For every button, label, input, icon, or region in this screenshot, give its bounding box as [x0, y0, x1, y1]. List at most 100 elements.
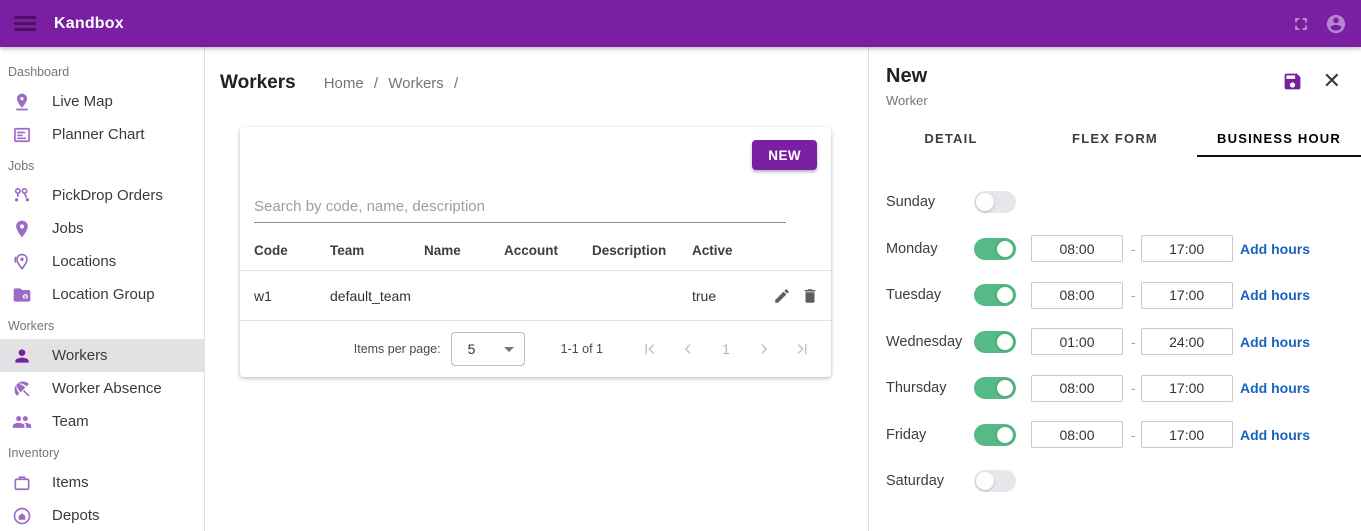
sidebar-item-team[interactable]: Team — [0, 405, 204, 438]
time-range-dash: - — [1131, 241, 1136, 257]
section-jobs: Jobs — [0, 151, 204, 179]
col-code: Code — [254, 243, 330, 258]
time-range-dash: - — [1131, 380, 1136, 396]
gantt-chart-icon — [12, 125, 32, 145]
monday-toggle[interactable] — [974, 238, 1016, 260]
first-page-icon[interactable] — [631, 330, 669, 368]
sidebar-item-planner-chart[interactable]: Planner Chart — [0, 118, 204, 151]
save-icon[interactable] — [1282, 71, 1303, 97]
day-row-wednesday: Wednesday - Add hours — [886, 319, 1361, 366]
col-account: Account — [504, 243, 592, 258]
sidebar-item-worker-absence[interactable]: Worker Absence — [0, 372, 204, 405]
day-row-sunday: Sunday — [886, 179, 1361, 226]
start-time-input[interactable] — [1031, 328, 1123, 355]
search-input[interactable] — [254, 194, 786, 223]
menu-icon[interactable] — [14, 16, 36, 31]
tuesday-toggle[interactable] — [974, 284, 1016, 306]
sidebar-item-locations[interactable]: Locations — [0, 245, 204, 278]
edit-icon[interactable] — [773, 287, 791, 305]
main-content: Workers Home / Workers / NEW Code Team N… — [205, 47, 868, 531]
account-icon[interactable] — [1325, 13, 1347, 35]
end-time-input[interactable] — [1141, 328, 1233, 355]
new-button[interactable]: NEW — [752, 140, 817, 170]
sidebar-item-label: Team — [52, 413, 89, 430]
sidebar-item-label: Jobs — [52, 220, 84, 237]
end-time-input[interactable] — [1141, 282, 1233, 309]
sidebar-item-label: Live Map — [52, 93, 113, 110]
add-hours-link[interactable]: Add hours — [1240, 427, 1310, 443]
thursday-toggle[interactable] — [974, 377, 1016, 399]
start-time-input[interactable] — [1031, 282, 1123, 309]
breadcrumb-current[interactable]: Workers — [388, 75, 444, 92]
add-hours-link[interactable]: Add hours — [1240, 241, 1310, 257]
end-time-input[interactable] — [1141, 375, 1233, 402]
col-name: Name — [424, 243, 504, 258]
delete-icon[interactable] — [801, 287, 819, 305]
cell-code: w1 — [254, 288, 330, 304]
breadcrumb: Home / Workers / — [324, 75, 464, 92]
saturday-toggle[interactable] — [974, 470, 1016, 492]
sidebar-item-workers[interactable]: Workers — [0, 339, 204, 372]
paginator: Items per page: 5 1-1 of 1 1 — [240, 321, 831, 377]
section-workers: Workers — [0, 311, 204, 339]
breadcrumb-separator: / — [374, 75, 378, 92]
day-label: Saturday — [886, 473, 974, 489]
previous-page-icon[interactable] — [669, 330, 707, 368]
person-icon — [12, 346, 32, 366]
end-time-input[interactable] — [1141, 421, 1233, 448]
cell-team: default_team — [330, 288, 424, 304]
day-label: Thursday — [886, 380, 974, 396]
page-size-select[interactable]: 5 — [451, 332, 525, 366]
chevron-down-icon — [504, 347, 514, 352]
tab-business-hour[interactable]: BUSINESS HOUR — [1197, 121, 1361, 157]
day-label: Sunday — [886, 194, 974, 210]
friday-toggle[interactable] — [974, 424, 1016, 446]
add-hours-link[interactable]: Add hours — [1240, 334, 1310, 350]
items-per-page-label: Items per page: — [354, 342, 441, 356]
home-circle-icon — [12, 506, 32, 526]
add-hours-link[interactable]: Add hours — [1240, 287, 1310, 303]
sidebar-item-label: Location Group — [52, 286, 155, 303]
start-time-input[interactable] — [1031, 375, 1123, 402]
sidebar-item-label: Workers — [52, 347, 108, 364]
page-number[interactable]: 1 — [707, 341, 745, 357]
last-page-icon[interactable] — [783, 330, 821, 368]
next-page-icon[interactable] — [745, 330, 783, 368]
sidebar-item-pickdrop-orders[interactable]: PickDrop Orders — [0, 179, 204, 212]
day-label: Monday — [886, 241, 974, 257]
section-dashboard: Dashboard — [0, 57, 204, 85]
sidebar-item-depots[interactable]: Depots — [0, 499, 204, 531]
col-description: Description — [592, 243, 692, 258]
section-inventory: Inventory — [0, 438, 204, 466]
sidebar-item-live-map[interactable]: Live Map — [0, 85, 204, 118]
start-time-input[interactable] — [1031, 421, 1123, 448]
sidebar-item-location-group[interactable]: Location Group — [0, 278, 204, 311]
app-header: Kandbox — [0, 0, 1361, 47]
app-title: Kandbox — [54, 15, 124, 33]
business-hours-list: Sunday Monday - Add hours Tuesday - Add … — [869, 179, 1361, 505]
page-range-label: 1-1 of 1 — [561, 342, 603, 356]
day-label: Wednesday — [886, 334, 974, 350]
tab-flex-form[interactable]: FLEX FORM — [1033, 121, 1197, 157]
sidebar-item-label: Items — [52, 474, 89, 491]
tab-detail[interactable]: DETAIL — [869, 121, 1033, 157]
panel-tabs: DETAIL FLEX FORM BUSINESS HOUR — [869, 121, 1361, 157]
sidebar-item-label: Planner Chart — [52, 126, 145, 143]
breadcrumb-home[interactable]: Home — [324, 75, 364, 92]
add-hours-link[interactable]: Add hours — [1240, 380, 1310, 396]
wednesday-toggle[interactable] — [974, 331, 1016, 353]
time-range-dash: - — [1131, 334, 1136, 350]
col-active: Active — [692, 243, 762, 258]
table-row[interactable]: w1 default_team true — [240, 271, 831, 321]
sidebar-item-jobs[interactable]: Jobs — [0, 212, 204, 245]
sidebar-item-items[interactable]: Items — [0, 466, 204, 499]
sidebar-item-label: PickDrop Orders — [52, 187, 163, 204]
end-time-input[interactable] — [1141, 235, 1233, 262]
start-time-input[interactable] — [1031, 235, 1123, 262]
close-icon[interactable]: ✕ — [1323, 71, 1341, 91]
sunday-toggle[interactable] — [974, 191, 1016, 213]
panel-subtitle: Worker — [886, 93, 928, 108]
day-row-saturday: Saturday — [886, 458, 1361, 505]
box-icon — [12, 473, 32, 493]
fullscreen-icon[interactable] — [1291, 14, 1311, 34]
